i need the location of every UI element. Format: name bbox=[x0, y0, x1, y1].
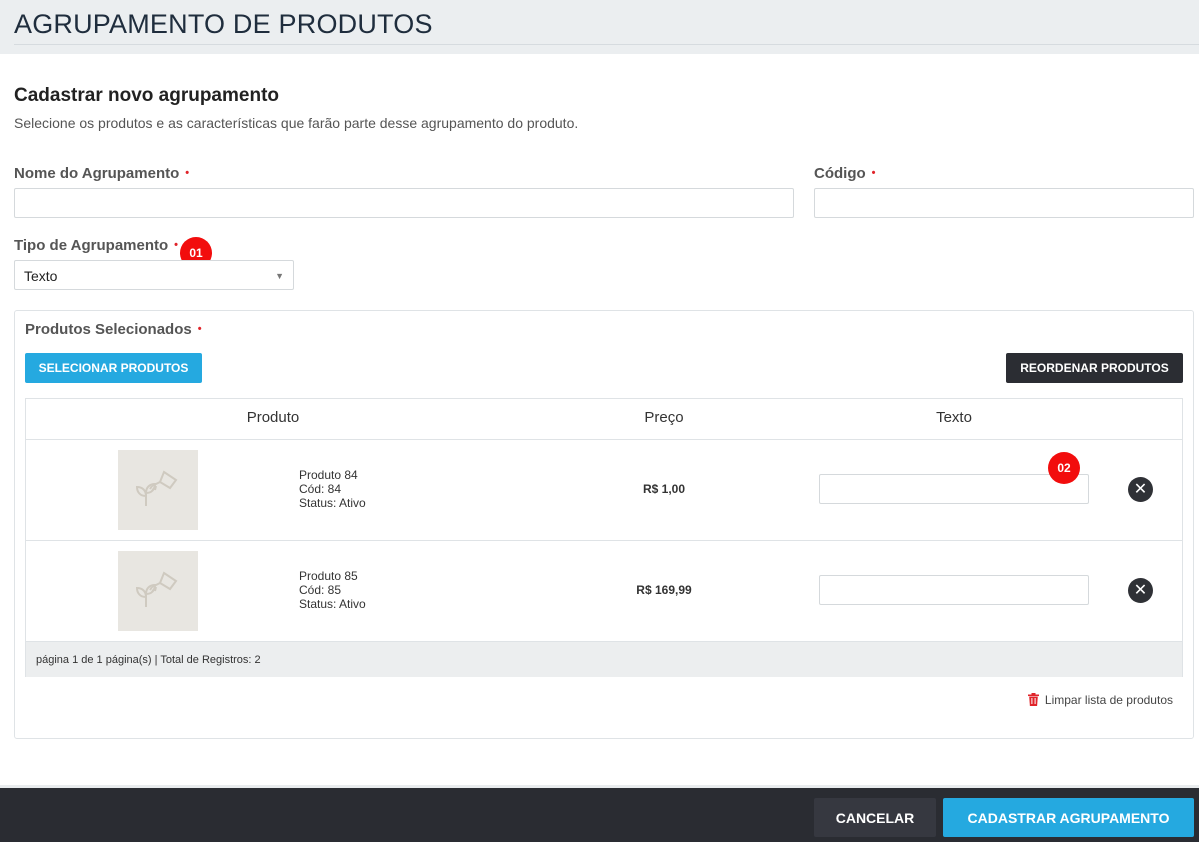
type-select[interactable]: Texto ▼ bbox=[14, 260, 294, 290]
column-header-product: Produto bbox=[246, 409, 300, 426]
page-header: AGRUPAMENTO DE PRODUTOS bbox=[0, 0, 1199, 54]
product-thumbnail bbox=[118, 551, 198, 631]
section-title: Cadastrar novo agrupamento bbox=[14, 85, 279, 106]
products-table: Produto Preço Texto Produto 84 Cód: 84 S… bbox=[25, 398, 1183, 677]
table-row: Produto 85 Cód: 85 Status: Ativo R$ 169,… bbox=[26, 540, 1182, 641]
code-label: Código • bbox=[814, 165, 876, 182]
reorder-products-button[interactable]: REORDENAR PRODUTOS bbox=[1006, 353, 1183, 383]
clear-products-link[interactable]: Limpar lista de produtos bbox=[1027, 693, 1173, 707]
section-subtitle: Selecione os produtos e as característic… bbox=[14, 115, 579, 131]
select-products-button[interactable]: SELECIONAR PRODUTOS bbox=[25, 353, 202, 383]
product-code: Cód: 84 bbox=[299, 482, 342, 496]
product-price: R$ 1,00 bbox=[642, 482, 686, 496]
selected-products-panel: Produtos Selecionados • SELECIONAR PRODUT… bbox=[14, 310, 1194, 739]
group-name-input[interactable] bbox=[14, 188, 794, 218]
required-mark: • bbox=[174, 239, 179, 251]
close-icon[interactable]: ✕ bbox=[1128, 578, 1153, 603]
table-row: Produto 84 Cód: 84 Status: Ativo R$ 1,00… bbox=[26, 439, 1182, 540]
header-divider bbox=[14, 44, 1199, 45]
name-label-text: Nome do Agrupamento bbox=[14, 165, 180, 182]
cancel-button[interactable]: CANCELAR bbox=[814, 798, 936, 837]
column-header-text: Texto bbox=[936, 409, 972, 426]
clear-products-label: Limpar lista de produtos bbox=[1044, 693, 1173, 707]
product-status: Status: Ativo bbox=[299, 597, 366, 611]
required-mark: • bbox=[197, 323, 202, 335]
products-label-text: Produtos Selecionados bbox=[25, 321, 192, 338]
trash-icon bbox=[1027, 693, 1039, 706]
product-name: Produto 84 bbox=[299, 468, 358, 482]
plant-watering-icon bbox=[135, 470, 178, 506]
products-label: Produtos Selecionados • bbox=[25, 321, 202, 338]
type-label-text: Tipo de Agrupamento bbox=[14, 237, 169, 254]
required-mark: • bbox=[185, 167, 190, 179]
table-footer: página 1 de 1 página(s) | Total de Regis… bbox=[26, 641, 1182, 677]
type-label: Tipo de Agrupamento • bbox=[14, 237, 178, 254]
product-name: Produto 85 bbox=[299, 569, 358, 583]
submit-group-button[interactable]: CADASTRAR AGRUPAMENTO bbox=[943, 798, 1194, 837]
step-badge-02: 02 bbox=[1048, 452, 1080, 484]
product-status: Status: Ativo bbox=[299, 496, 366, 510]
code-label-text: Código bbox=[814, 165, 866, 182]
product-thumbnail bbox=[118, 450, 198, 530]
column-header-price: Preço bbox=[644, 409, 684, 426]
pagination-info: página 1 de 1 página(s) | Total de Regis… bbox=[36, 654, 261, 666]
caret-down-icon: ▼ bbox=[275, 271, 284, 281]
product-code: Cód: 85 bbox=[299, 583, 342, 597]
product-info: Produto 85 Cód: 85 Status: Ativo bbox=[299, 569, 366, 611]
product-text-input[interactable] bbox=[819, 575, 1089, 605]
code-input[interactable] bbox=[814, 188, 1194, 218]
plant-watering-icon bbox=[135, 571, 178, 607]
type-select-value: Texto bbox=[24, 268, 58, 284]
close-icon[interactable]: ✕ bbox=[1128, 477, 1153, 502]
product-text-input[interactable] bbox=[819, 474, 1089, 504]
product-price: R$ 169,99 bbox=[636, 583, 692, 597]
action-footer: CANCELAR CADASTRAR AGRUPAMENTO bbox=[0, 788, 1199, 842]
name-label: Nome do Agrupamento • bbox=[14, 165, 189, 182]
required-mark: • bbox=[871, 167, 876, 179]
page-title: AGRUPAMENTO DE PRODUTOS bbox=[14, 9, 433, 39]
product-info: Produto 84 Cód: 84 Status: Ativo bbox=[299, 468, 366, 510]
